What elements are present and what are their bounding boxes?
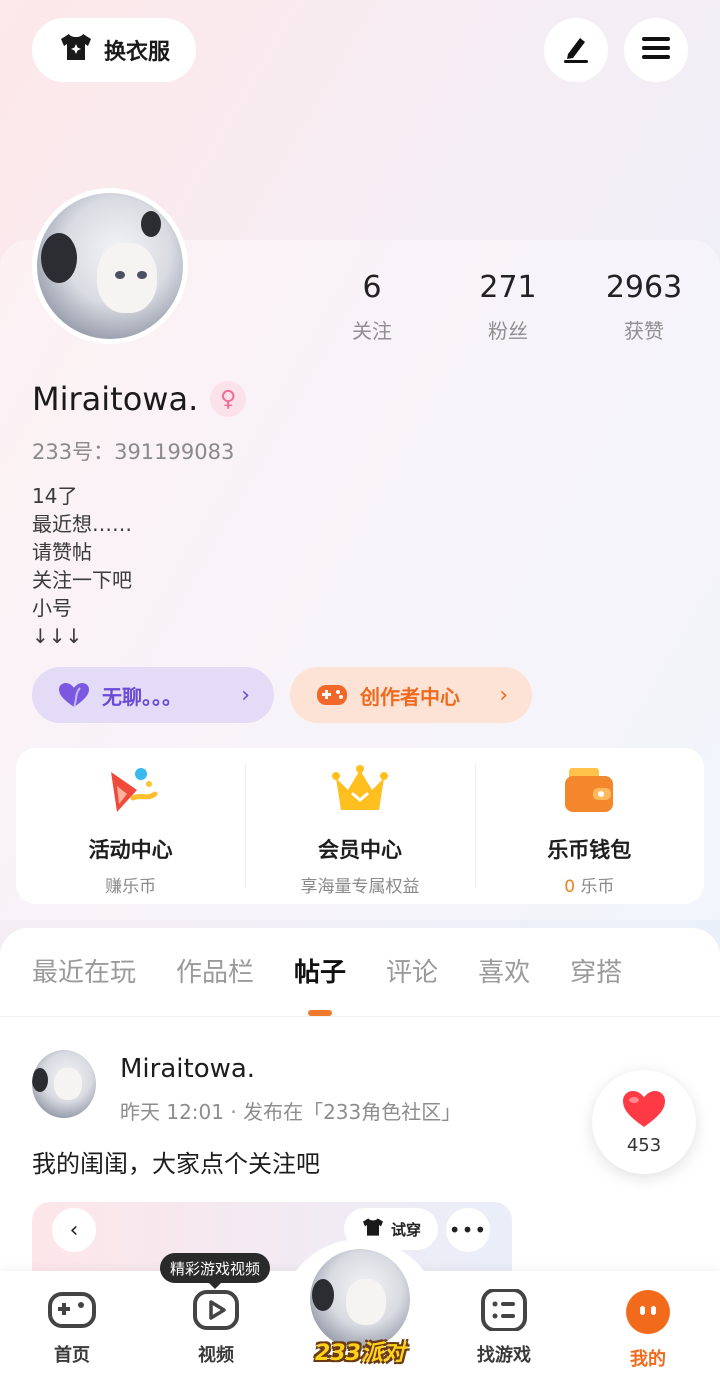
- profile-tabs: 最近在玩 作品栏 帖子 评论 喜欢 穿搭: [32, 952, 720, 1016]
- mood-status-button[interactable]: 无聊。。。 ›: [32, 667, 274, 723]
- top-bar: 换衣服: [32, 18, 688, 82]
- vip-center[interactable]: 会员中心 享海量专属权益: [245, 748, 474, 904]
- feature-panel: 活动中心 赚乐币 会员中心 享海量专属权益 乐币钱包 0 乐币: [16, 748, 704, 904]
- wallet-icon: [475, 762, 704, 818]
- party-avatar: [310, 1249, 410, 1349]
- user-bio: 14了 最近想…… 请赞帖 关注一下吧 小号 ↓↓↓: [32, 484, 132, 648]
- username-row: Miraitowa. ♀: [32, 380, 247, 418]
- gamepad-icon: [316, 682, 348, 708]
- stat-following[interactable]: 6 关注: [304, 270, 440, 344]
- gamepad-icon: [47, 1292, 97, 1335]
- coin-unit: 乐币: [580, 877, 615, 897]
- stat-label: 粉丝: [488, 319, 528, 343]
- play-icon: [191, 1290, 241, 1335]
- creator-center-button[interactable]: 创作者中心 ›: [290, 667, 532, 723]
- crown-icon: [245, 762, 474, 818]
- post-author-avatar[interactable]: [32, 1050, 96, 1118]
- coin-count: 0: [564, 877, 576, 897]
- feature-title: 乐币钱包: [547, 838, 632, 862]
- hamburger-menu-icon: [640, 34, 672, 66]
- user-id: 233号：391199083: [32, 440, 235, 464]
- profile-stats: 6 关注 271 粉丝 2963 获赞: [304, 270, 714, 344]
- heart-icon: [58, 682, 90, 708]
- change-outfit-label: 换衣服: [103, 40, 170, 65]
- chevron-right-icon: ›: [241, 682, 250, 708]
- feature-subtitle: 0 乐币: [475, 872, 704, 897]
- bottom-nav: 精彩游戏视频 首页 视频 233派对 找游戏 我的: [0, 1239, 720, 1395]
- post-text: 我的闺闺，大家点个关注吧: [32, 1150, 320, 1178]
- post-author-name[interactable]: Miraitowa.: [120, 1054, 255, 1084]
- list-icon: [479, 1288, 529, 1335]
- divider: [0, 1016, 720, 1017]
- more-icon[interactable]: •••: [446, 1208, 490, 1252]
- nav-find-games[interactable]: 找游戏: [454, 1288, 554, 1367]
- menu-button[interactable]: [624, 18, 688, 82]
- nav-home[interactable]: 首页: [22, 1289, 122, 1367]
- feature-title: 会员中心: [317, 838, 402, 862]
- tab-likes[interactable]: 喜欢: [478, 952, 530, 996]
- mood-label: 无聊。。。: [102, 684, 182, 709]
- party-badge: 233派对: [315, 1341, 405, 1366]
- stat-label: 关注: [352, 319, 392, 343]
- profile-avatar[interactable]: [32, 188, 188, 344]
- pencil-icon: [560, 32, 592, 68]
- female-gender-icon: ♀: [210, 381, 247, 417]
- change-outfit-button[interactable]: 换衣服: [32, 18, 196, 82]
- try-on-label: 试穿: [390, 1220, 421, 1239]
- feature-subtitle: 赚乐币: [105, 877, 157, 897]
- coin-wallet[interactable]: 乐币钱包 0 乐币: [474, 748, 704, 904]
- nav-label: 找游戏: [477, 1345, 531, 1366]
- tab-posts[interactable]: 帖子: [294, 952, 346, 1016]
- like-button[interactable]: 453: [592, 1070, 696, 1174]
- edit-profile-button[interactable]: [544, 18, 608, 82]
- stat-number: 6: [362, 270, 382, 305]
- username: Miraitowa.: [32, 380, 199, 418]
- stat-likes[interactable]: 2963 获赞: [576, 270, 712, 344]
- nav-mine[interactable]: 我的: [598, 1289, 698, 1371]
- stat-followers[interactable]: 271 粉丝: [440, 270, 576, 344]
- creator-center-label: 创作者中心: [360, 684, 460, 709]
- party-flag-icon: [16, 762, 245, 818]
- stat-number: 271: [479, 270, 537, 305]
- stat-label: 获赞: [624, 319, 664, 343]
- tab-outfits[interactable]: 穿搭: [570, 952, 622, 996]
- activity-center[interactable]: 活动中心 赚乐币: [16, 748, 245, 904]
- feature-title: 活动中心: [88, 838, 173, 862]
- nav-label: 视频: [198, 1345, 234, 1366]
- like-count: 453: [626, 1134, 662, 1156]
- nav-video[interactable]: 视频: [166, 1289, 266, 1367]
- stat-number: 2963: [605, 270, 683, 305]
- tab-recently-played[interactable]: 最近在玩: [32, 952, 136, 996]
- back-icon[interactable]: ‹: [52, 1208, 96, 1252]
- video-tooltip: 精彩游戏视频: [160, 1253, 271, 1289]
- heart-icon: [621, 1089, 667, 1133]
- face-icon: [625, 1290, 671, 1339]
- post-meta: 昨天 12:01 · 发布在「233角色社区」: [120, 1100, 462, 1124]
- tshirt-icon: [58, 32, 94, 68]
- tab-works[interactable]: 作品栏: [176, 952, 254, 996]
- tshirt-icon: [361, 1217, 385, 1241]
- nav-label: 首页: [54, 1345, 90, 1366]
- feature-subtitle: 享海量专属权益: [300, 877, 420, 897]
- tab-comments[interactable]: 评论: [386, 952, 438, 996]
- nav-party[interactable]: 233派对: [280, 1239, 440, 1389]
- chevron-right-icon: ›: [499, 682, 508, 708]
- nav-label: 我的: [630, 1349, 666, 1370]
